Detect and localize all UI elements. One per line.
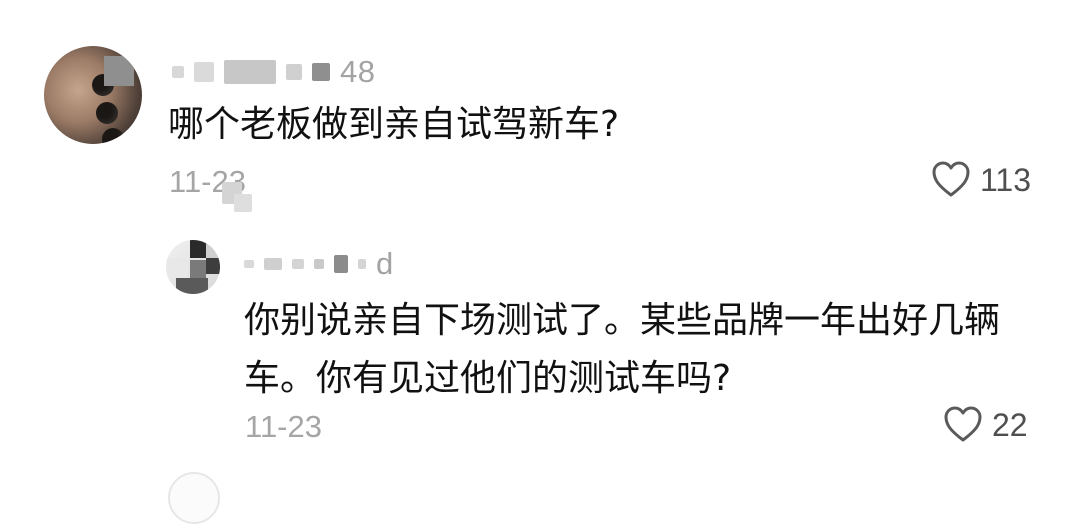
reply-avatar[interactable] xyxy=(166,240,220,294)
username-redaction xyxy=(172,65,184,78)
reply-username-tail: d xyxy=(376,246,394,281)
avatar-mosaic xyxy=(206,240,220,260)
comment-text: 哪个老板做到亲自试驾新车? xyxy=(168,104,620,145)
avatar-mosaic xyxy=(190,260,206,278)
next-avatar[interactable] xyxy=(168,472,220,524)
avatar-mosaic xyxy=(104,56,134,86)
reply-like-count: 22 xyxy=(992,407,1028,443)
reply-text: 你别说亲自下场测试了。某些品牌一年出好几辆车。你有见过他们的测试车吗? xyxy=(244,300,1001,399)
username-redaction xyxy=(244,259,254,268)
username-tail: 48 xyxy=(340,54,376,89)
username-redaction xyxy=(194,61,214,82)
username-redaction xyxy=(358,258,366,269)
username-redaction xyxy=(334,254,348,273)
avatar[interactable] xyxy=(44,46,142,144)
username-redaction xyxy=(286,63,302,80)
like-button[interactable]: 113 xyxy=(930,160,1031,200)
username-redaction xyxy=(312,62,330,81)
username-redaction xyxy=(314,258,324,269)
avatar-mosaic xyxy=(206,258,220,274)
reply-username[interactable]: d xyxy=(244,248,394,279)
username[interactable]: 48 xyxy=(172,56,375,87)
avatar-bead xyxy=(102,128,124,144)
avatar-bead xyxy=(96,102,118,124)
avatar-mosaic xyxy=(176,278,208,294)
reply-date: 11-23 xyxy=(245,409,322,444)
username-redaction xyxy=(224,59,276,84)
reply-like-button[interactable]: 22 xyxy=(942,405,1028,445)
heart-icon xyxy=(942,405,984,445)
username-redaction xyxy=(292,258,304,269)
avatar-mosaic xyxy=(166,258,188,278)
date-redaction xyxy=(234,194,252,212)
like-count: 113 xyxy=(980,162,1032,198)
heart-icon xyxy=(930,160,972,200)
username-redaction xyxy=(264,257,282,270)
